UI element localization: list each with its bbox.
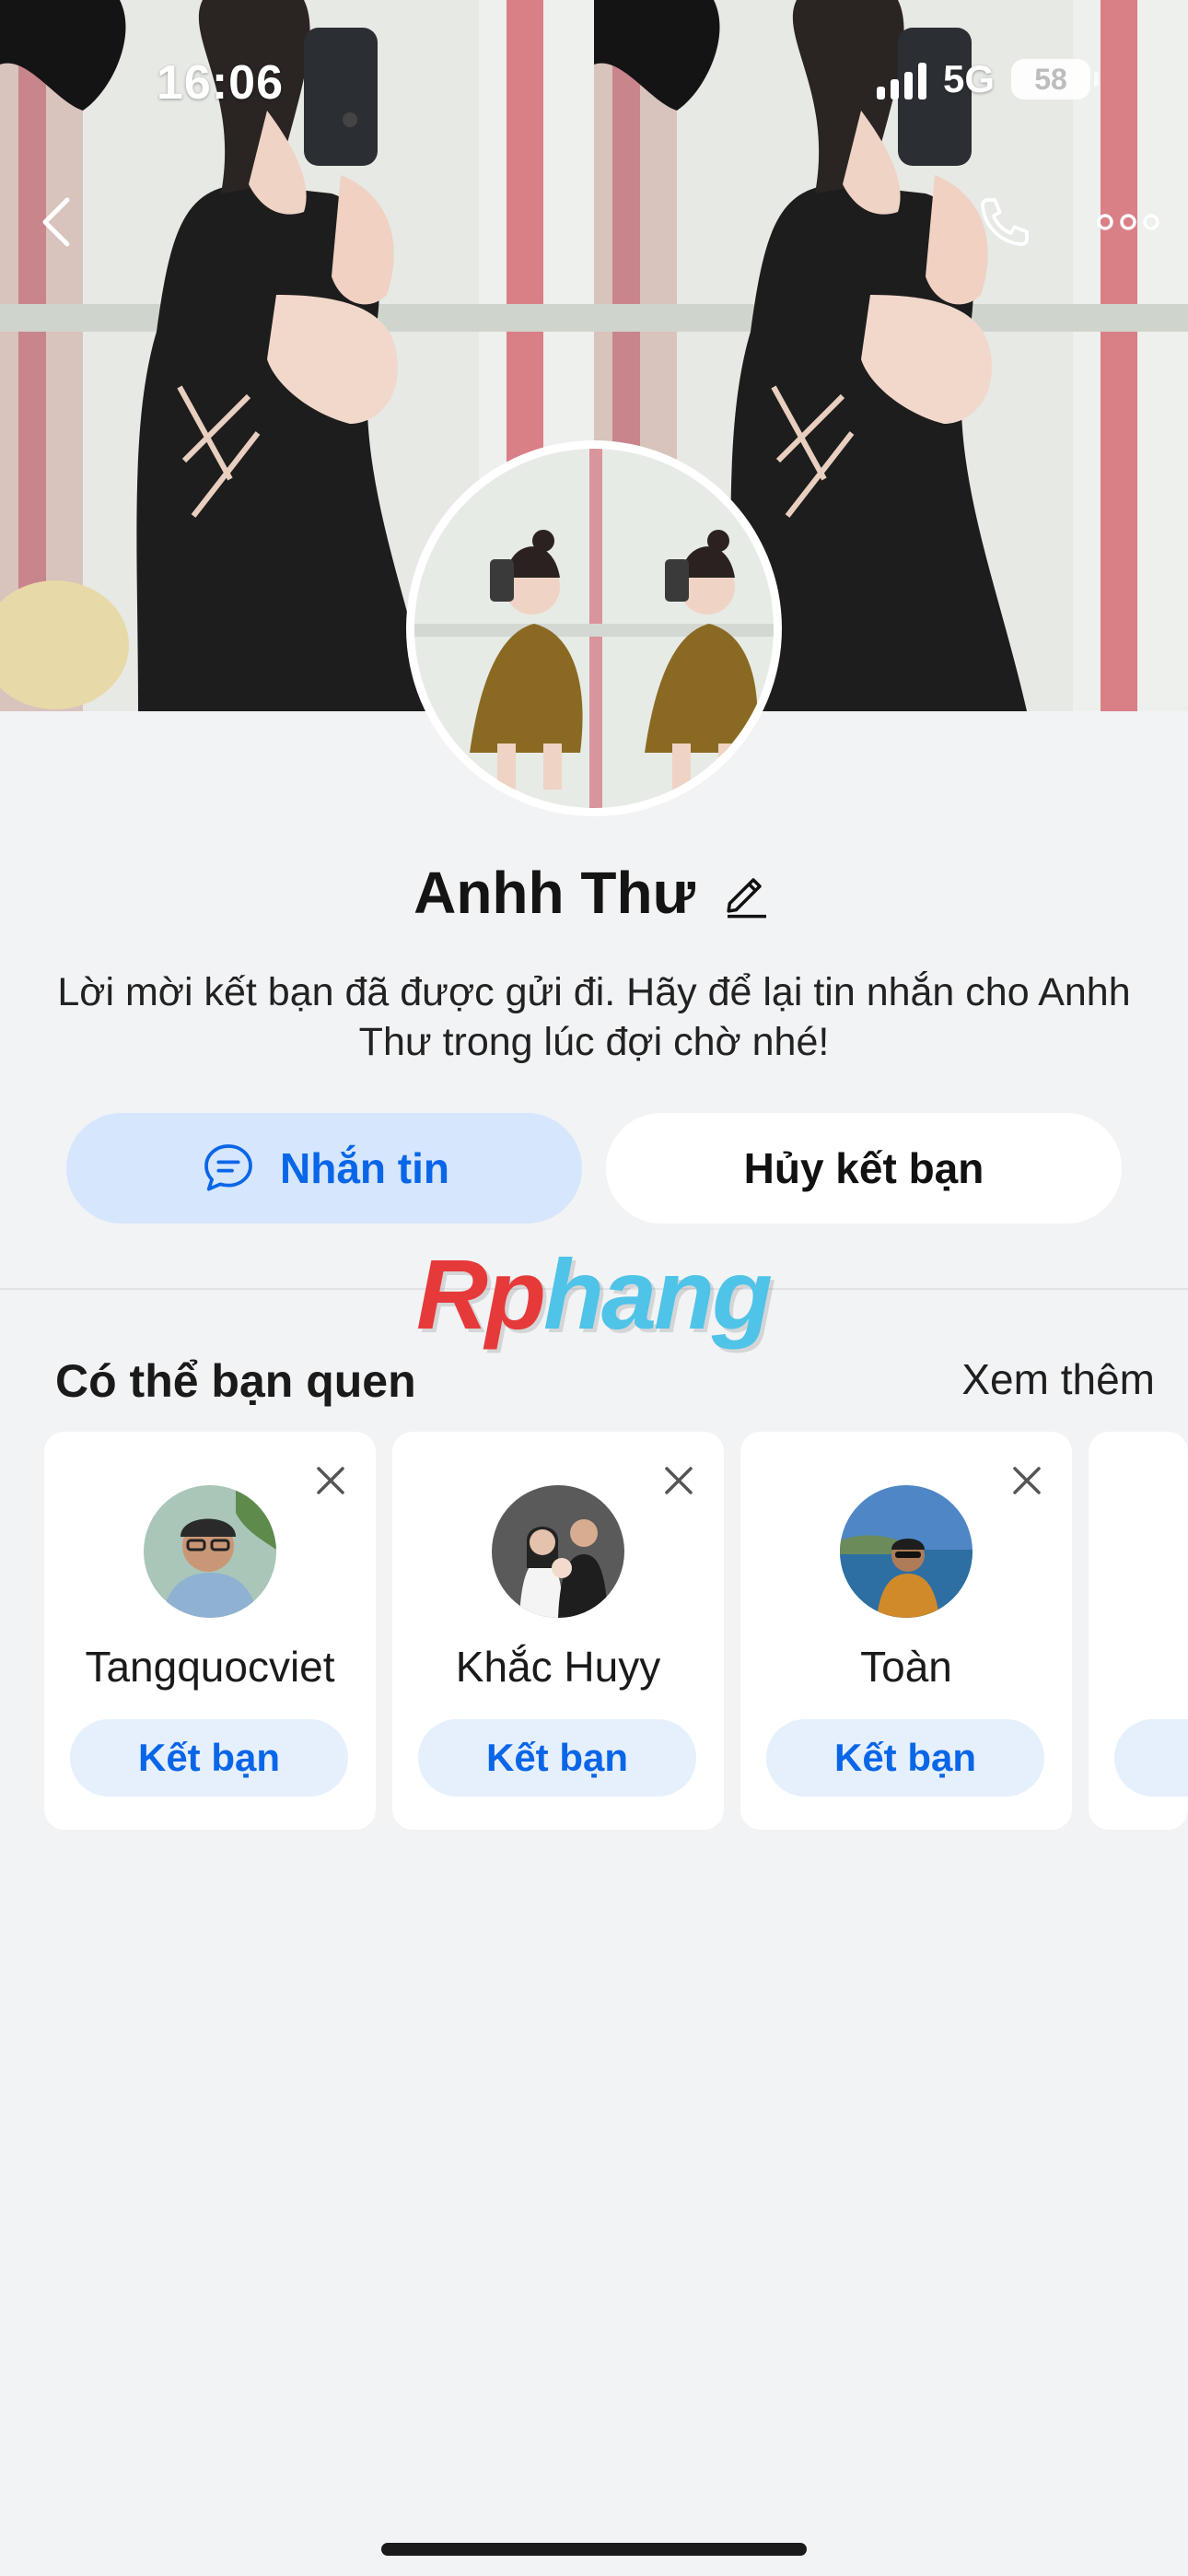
- suggestion-name: Tangquocviet: [85, 1643, 335, 1691]
- add-friend-button-partial[interactable]: [1114, 1719, 1188, 1797]
- dismiss-suggestion-button[interactable]: [656, 1458, 702, 1504]
- close-icon: [317, 1467, 344, 1494]
- cancel-button-label: Hủy kết bạn: [743, 1144, 984, 1192]
- edit-name-button[interactable]: [719, 865, 775, 920]
- dismiss-suggestion-button[interactable]: [308, 1458, 354, 1504]
- suggestion-name: Khắc Huyy: [455, 1643, 661, 1691]
- add-friend-button[interactable]: Kết bạn: [70, 1719, 348, 1797]
- suggestion-card[interactable]: Khắc Huyy Kết bạn: [392, 1432, 724, 1830]
- suggestion-card-partial[interactable]: [1089, 1432, 1188, 1830]
- avatar[interactable]: [144, 1485, 276, 1618]
- add-friend-button[interactable]: Kết bạn: [418, 1719, 696, 1797]
- see-more-link[interactable]: Xem thêm: [961, 1354, 1155, 1404]
- phone-icon: [981, 198, 1029, 246]
- suggestion-name: Toàn: [860, 1643, 952, 1691]
- status-icons: 5G 58: [876, 57, 1099, 101]
- invite-message: Lời mời kết bạn đã được gửi đi. Hãy để l…: [57, 970, 1131, 1064]
- home-indicator: [381, 2543, 807, 2556]
- suggestion-card[interactable]: Toàn Kết bạn: [740, 1432, 1072, 1830]
- profile-name-row: Anhh Thư: [0, 859, 1188, 927]
- watermark-part-b: hang: [542, 1238, 773, 1350]
- more-button[interactable]: [1087, 181, 1170, 263]
- avatar-photo: [414, 449, 774, 808]
- message-button-label: Nhắn tin: [280, 1144, 449, 1192]
- pencil-icon: [727, 878, 766, 919]
- battery-level: 58: [1034, 62, 1067, 96]
- profile-name: Anhh Thư: [413, 860, 695, 926]
- chat-bubble-icon: [204, 1144, 252, 1191]
- profile-avatar[interactable]: [406, 440, 782, 816]
- battery-icon: 58: [1011, 59, 1099, 100]
- avatar[interactable]: [492, 1485, 624, 1618]
- add-friend-button[interactable]: Kết bạn: [766, 1719, 1044, 1797]
- status-time: 16:06: [157, 56, 284, 110]
- suggestion-card[interactable]: Tangquocviet Kết bạn: [44, 1432, 376, 1830]
- network-type: 5G: [942, 57, 995, 100]
- dismiss-suggestion-button[interactable]: [1004, 1458, 1050, 1504]
- cancel-friend-request-button[interactable]: Hủy kết bạn: [606, 1113, 1122, 1224]
- call-button[interactable]: [963, 181, 1046, 263]
- chevron-left-icon: [42, 197, 70, 247]
- watermark-part-a: Rp: [416, 1238, 546, 1350]
- more-horizontal-icon: [1097, 214, 1159, 230]
- close-icon: [665, 1467, 693, 1494]
- back-button[interactable]: [15, 181, 98, 263]
- avatar[interactable]: [840, 1485, 973, 1618]
- close-icon: [1013, 1467, 1041, 1494]
- suggestions-title: Có thể bạn quen: [55, 1355, 416, 1407]
- message-button[interactable]: Nhắn tin: [66, 1113, 582, 1224]
- signal-icon: [876, 59, 926, 100]
- watermark-logo: Rphang: [416, 1236, 773, 1352]
